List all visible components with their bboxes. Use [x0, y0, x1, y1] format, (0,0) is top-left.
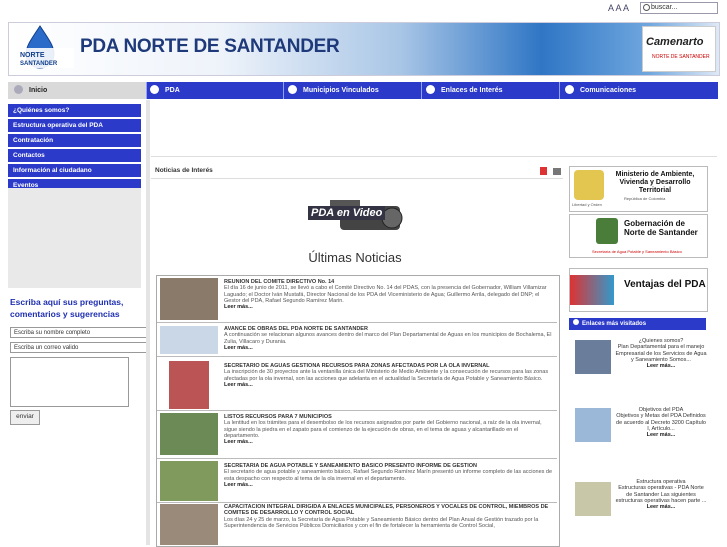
nav-label: Enlaces de Interés — [441, 87, 503, 94]
news-item: SECRETARIA DE AGUA POTABLE Y SANEAMIENTO… — [157, 460, 557, 503]
news-body: A continuación se relacionan algunos ava… — [224, 332, 552, 345]
brand-subtitle: NORTE DE SANTANDER — [652, 54, 710, 60]
news-thumbnail[interactable] — [160, 413, 218, 455]
video-label[interactable]: PDA en Video — [308, 206, 386, 220]
read-more-link[interactable]: Leer más... — [224, 482, 555, 488]
column-divider — [146, 100, 150, 545]
ventajas-banner[interactable]: Ventajas del PDA — [569, 268, 708, 312]
news-body: El día 16 de junio de 2011, se llevó a c… — [224, 285, 547, 304]
print-icon[interactable] — [553, 168, 561, 175]
link-thumbnail[interactable] — [575, 482, 611, 516]
news-item: AVANCE DE OBRAS DEL PDA NORTE DE SANTAND… — [157, 324, 557, 357]
news-body: Los días 24 y 25 de marzo, la Secretaría… — [224, 516, 539, 529]
news-body: La lentitud en los trámites para el dese… — [224, 420, 542, 439]
people-icon — [288, 84, 297, 94]
sidebar-spacer — [8, 188, 141, 288]
name-field[interactable]: Escriba su nombre completo — [10, 327, 147, 338]
read-more-link[interactable]: Leer más... — [615, 432, 707, 438]
ministerio-motto: Libertad y Orden — [572, 202, 602, 207]
news-body: La inscripción de 30 proyectos ante la v… — [224, 369, 549, 382]
gobernacion-subtitle: Secretaría de Agua Potable y Saneamiento… — [592, 249, 682, 254]
menu-item-estructura[interactable]: Estructura operativa del PDA — [8, 119, 141, 132]
menu-item-informacion[interactable]: Información al ciudadano — [8, 164, 141, 177]
search-input[interactable]: buscar... — [640, 2, 718, 14]
menu-item-contratacion[interactable]: Contratación — [8, 134, 141, 147]
news-item: SECRETARIO DE AGUAS GESTIONA RECURSOS PA… — [157, 360, 557, 411]
read-more-link[interactable]: Leer más... — [615, 363, 707, 369]
nav-enlaces[interactable]: Enlaces de Interés — [426, 82, 556, 99]
news-body: El secretario de agua potable y saneamie… — [224, 469, 553, 482]
globe-icon — [565, 84, 574, 94]
link-body: Estructuras operativas - PDA Norte de Sa… — [615, 485, 707, 504]
read-more-link[interactable]: Leer más... — [224, 439, 555, 445]
nav-municipios[interactable]: Municipios Vinculados — [288, 82, 418, 99]
visited-link-item: ¿Quienes somos? Plan Departamental para … — [573, 336, 707, 392]
ministerio-name: Ministerio de Ambiente, Vivienda y Desar… — [615, 171, 695, 194]
nav-separator — [283, 82, 284, 99]
drop-icon — [150, 84, 159, 94]
shield-icon — [596, 218, 618, 244]
submit-button[interactable]: enviar — [10, 410, 40, 425]
brand-name: Camenarto — [646, 36, 704, 48]
enlaces-header: Enlaces más visitados — [569, 318, 706, 330]
link-body: Plan Departamental para el manejo Empres… — [615, 344, 707, 363]
svg-text:NORTE: NORTE — [20, 52, 45, 59]
comment-textarea[interactable] — [10, 357, 129, 407]
ventajas-label: Ventajas del PDA — [624, 279, 706, 290]
news-thumbnail[interactable] — [160, 278, 218, 320]
banner-area — [151, 100, 717, 157]
nav-separator — [559, 82, 560, 99]
star-icon — [573, 319, 579, 326]
site-title: PDA NORTE DE SANTANDER — [80, 36, 340, 57]
link-thumbnail[interactable] — [575, 408, 611, 442]
news-thumbnail[interactable] — [169, 361, 209, 409]
link-body: Objetivos y Metas del PDA Definidos de a… — [616, 413, 706, 432]
form-title: Escriba aquí sus preguntas, comentarios … — [10, 297, 124, 319]
nav-pda[interactable]: PDA — [150, 82, 280, 99]
read-more-link[interactable]: Leer más... — [224, 345, 555, 351]
nav-label: Comunicaciones — [580, 87, 637, 94]
news-title[interactable]: CAPACITACION INTEGRAL DIRIGIDA A ENLACES… — [224, 504, 555, 517]
nav-label: PDA — [165, 87, 180, 94]
nav-inicio[interactable]: Inicio — [8, 82, 146, 99]
font-size-controls[interactable]: A A A — [608, 3, 629, 13]
home-icon — [14, 84, 23, 94]
news-item: LISTOS RECURSOS PARA 7 MUNICIPIOS La len… — [157, 412, 557, 459]
nav-comunicaciones[interactable]: Comunicaciones — [565, 82, 695, 99]
svg-text:SANTANDER: SANTANDER — [20, 61, 58, 67]
latest-news-heading: Últimas Noticias — [308, 250, 402, 265]
coat-of-arms-icon — [574, 170, 604, 200]
left-menu: ¿Quiénes somos? Estructura operativa del… — [8, 104, 141, 194]
visited-link-item: Objetivos del PDA Objetivos y Metas del … — [573, 406, 707, 462]
enlaces-title: Enlaces más visitados — [582, 321, 647, 327]
gobernacion-banner[interactable]: Gobernación de Norte de Santander Secret… — [569, 214, 708, 258]
news-thumbnail[interactable] — [160, 504, 218, 545]
nav-label: Inicio — [29, 87, 48, 94]
menu-item-contactos[interactable]: Contactos — [8, 149, 141, 162]
read-more-link[interactable]: Leer más... — [615, 504, 707, 510]
pda-logo[interactable]: NORTE SANTANDER — [14, 24, 76, 70]
pipes-icon — [570, 275, 614, 305]
ministerio-banner[interactable]: Ministerio de Ambiente, Vivienda y Desar… — [569, 166, 708, 212]
nav-label: Municipios Vinculados — [303, 87, 379, 94]
ministerio-country: República de Colombia — [624, 196, 666, 201]
menu-item-quienes-somos[interactable]: ¿Quiénes somos? — [8, 104, 141, 117]
link-thumbnail[interactable] — [575, 340, 611, 374]
read-more-link[interactable]: Leer más... — [224, 304, 555, 310]
news-item: REUNION DEL COMITE DIRECTIVO No. 14 El d… — [157, 276, 557, 323]
nav-separator — [146, 82, 147, 99]
brand-logo — [642, 26, 716, 72]
news-thumbnail[interactable] — [160, 461, 218, 501]
read-more-link[interactable]: Leer más... — [224, 382, 555, 388]
email-field[interactable]: Escriba un correo valido — [10, 342, 147, 353]
section-label: Noticias de Interés — [155, 167, 213, 174]
nav-separator — [421, 82, 422, 99]
search-icon — [643, 4, 650, 11]
news-item: CAPACITACION INTEGRAL DIRIGIDA A ENLACES… — [157, 503, 557, 545]
link-icon — [426, 84, 435, 94]
pdf-icon[interactable] — [540, 167, 547, 175]
gobernacion-name: Gobernación de Norte de Santander — [624, 219, 698, 237]
news-thumbnail[interactable] — [160, 326, 218, 354]
visited-link-item: Estructura operativa Estructuras operati… — [573, 478, 707, 538]
